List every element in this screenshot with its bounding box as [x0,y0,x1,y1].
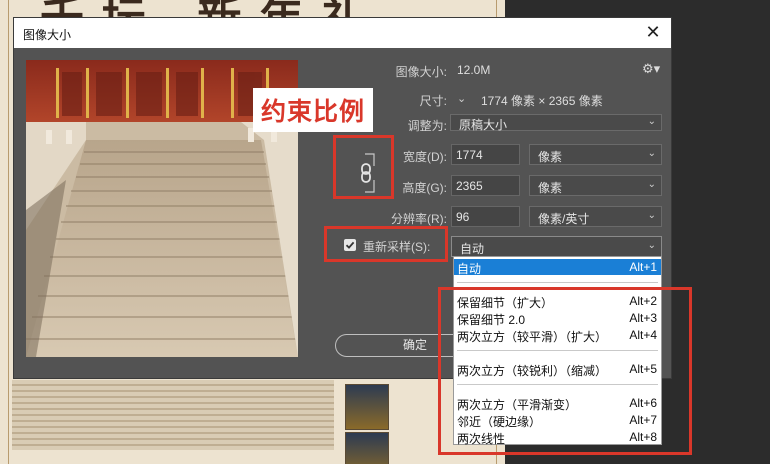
chevron-down-icon: ⌄ [647,179,656,190]
resolution-input[interactable]: 96 [451,206,520,227]
chevron-down-icon: ⌄ [647,240,656,251]
width-input[interactable]: 1774 [451,144,520,165]
dimensions-value: 1774 像素 × 2365 像素 [481,94,603,108]
resolution-unit-value: 像素/英寸 [538,212,590,226]
fit-to-select[interactable]: 原稿大小 ⌄ [450,114,662,132]
width-unit-value: 像素 [538,150,563,164]
dialog-title: 图像大小 [23,28,72,42]
chevron-down-icon: ⌄ [647,210,656,221]
link-highlight-box [333,135,394,199]
menu-separator [457,282,658,283]
gear-icon[interactable]: ⚙▾ [642,61,660,77]
constrain-proportions-callout: 约束比例 [253,88,374,132]
dialog-titlebar: 图像大小 ✕ [14,18,671,48]
close-icon[interactable]: ✕ [643,22,663,42]
document-border-left [8,0,9,464]
height-unit-select[interactable]: 像素 ⌄ [529,175,662,196]
document-thumbnail [345,384,389,430]
resolution-label: 分辨率(R): [391,212,447,226]
image-size-label: 图像大小: [395,65,447,79]
fit-to-value: 原稿大小 [459,118,508,132]
menu-item-shortcut: Alt+1 [629,260,657,274]
resolution-unit-select[interactable]: 像素/英寸 ⌄ [529,206,662,227]
document-photo [12,380,334,450]
document-thumbnail [345,432,389,464]
chevron-down-icon: ⌄ [647,148,656,159]
height-unit-value: 像素 [538,181,563,195]
menu-item-auto[interactable]: 自动 Alt+1 [454,259,661,276]
resample-methods-highlight-box [438,287,692,455]
image-size-value: 12.0M [457,63,491,77]
chevron-down-icon[interactable]: ⌄ [457,92,466,105]
height-input[interactable]: 2365 [451,175,520,196]
resample-select[interactable]: 自动 ⌄ [451,236,662,257]
chevron-down-icon: ⌄ [647,116,656,127]
menu-item-label: 自动 [457,262,482,276]
resample-value: 自动 [460,242,485,256]
resample-highlight-box [324,226,448,262]
width-unit-select[interactable]: 像素 ⌄ [529,144,662,165]
